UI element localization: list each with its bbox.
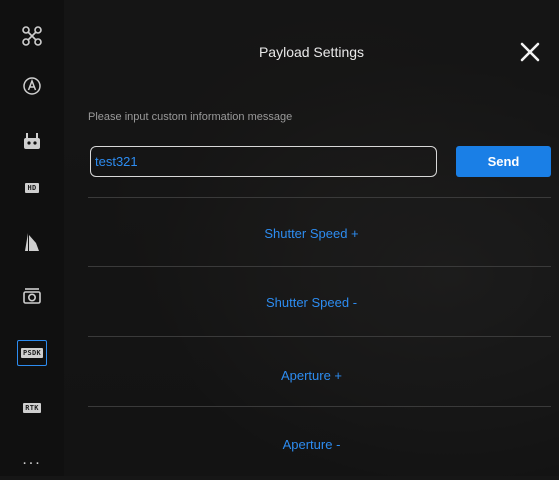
robot-icon[interactable]: [0, 122, 64, 162]
message-prompt-label: Please input custom information message: [88, 111, 293, 123]
aperture-decrease-button[interactable]: Aperture -: [64, 437, 559, 452]
flight-mode-icon[interactable]: [0, 66, 64, 106]
divider: [88, 406, 551, 407]
left-toolbar: HD PSDK RTK ...: [0, 0, 64, 476]
drone-icon[interactable]: [0, 16, 64, 56]
divider: [88, 266, 551, 267]
send-button[interactable]: Send: [456, 146, 551, 177]
divider: [88, 336, 551, 337]
aperture-increase-button[interactable]: Aperture +: [64, 368, 559, 383]
psdk-active-box: PSDK: [17, 340, 47, 366]
shutter-speed-decrease-button[interactable]: Shutter Speed -: [64, 295, 559, 310]
panel-title: Payload Settings: [258, 44, 365, 60]
custom-message-input[interactable]: [90, 146, 437, 177]
hd-icon[interactable]: HD: [0, 168, 64, 208]
camera-icon[interactable]: [0, 276, 64, 316]
divider: [88, 197, 551, 198]
payload-settings-panel: Payload Settings Please input custom inf…: [64, 0, 559, 476]
more-icon[interactable]: ...: [0, 440, 64, 480]
rtk-icon[interactable]: RTK: [0, 388, 64, 428]
psdk-icon[interactable]: PSDK: [0, 333, 64, 373]
shutter-speed-increase-button[interactable]: Shutter Speed +: [64, 226, 559, 241]
map-icon[interactable]: [0, 222, 64, 262]
close-icon[interactable]: [518, 40, 542, 64]
